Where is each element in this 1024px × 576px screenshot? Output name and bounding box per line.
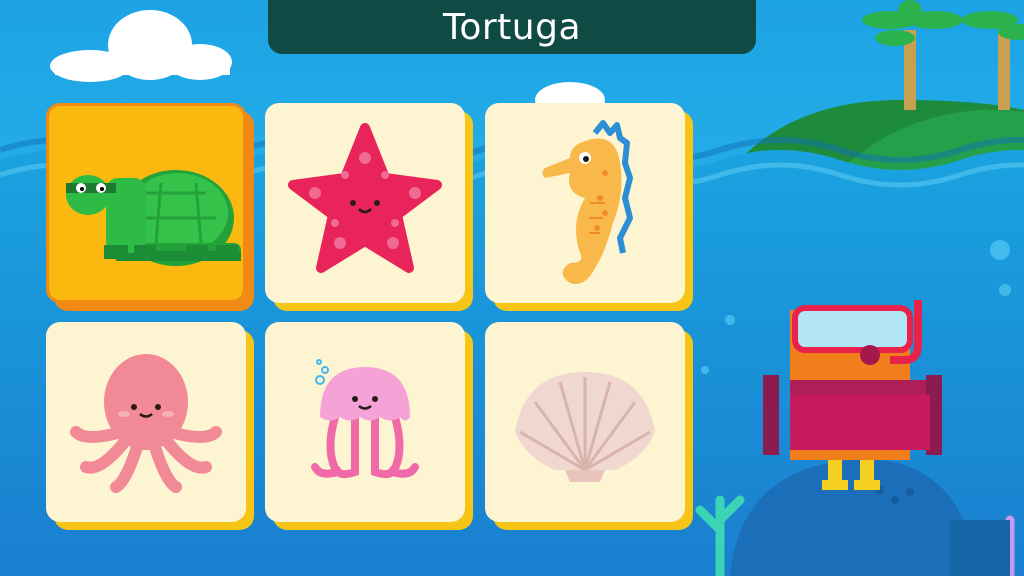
card-jellyfish[interactable] xyxy=(265,322,473,530)
card-face xyxy=(485,103,685,303)
card-face xyxy=(485,322,685,522)
card-face xyxy=(265,322,465,522)
card-face xyxy=(46,103,246,303)
card-octopus[interactable] xyxy=(46,322,254,530)
starfish-icon xyxy=(288,123,442,273)
card-face xyxy=(46,322,246,522)
card-seashell[interactable] xyxy=(485,322,693,530)
jellyfish-icon xyxy=(311,359,419,479)
card-starfish[interactable] xyxy=(265,103,473,311)
card-turtle[interactable] xyxy=(46,103,254,311)
card-seahorse[interactable] xyxy=(485,103,693,311)
octopus-icon xyxy=(70,354,222,493)
turtle-icon xyxy=(66,170,241,266)
seahorse-icon xyxy=(542,120,633,284)
seashell-icon xyxy=(515,372,655,482)
card-face xyxy=(265,103,465,303)
word-title: Tortuga xyxy=(268,0,756,54)
